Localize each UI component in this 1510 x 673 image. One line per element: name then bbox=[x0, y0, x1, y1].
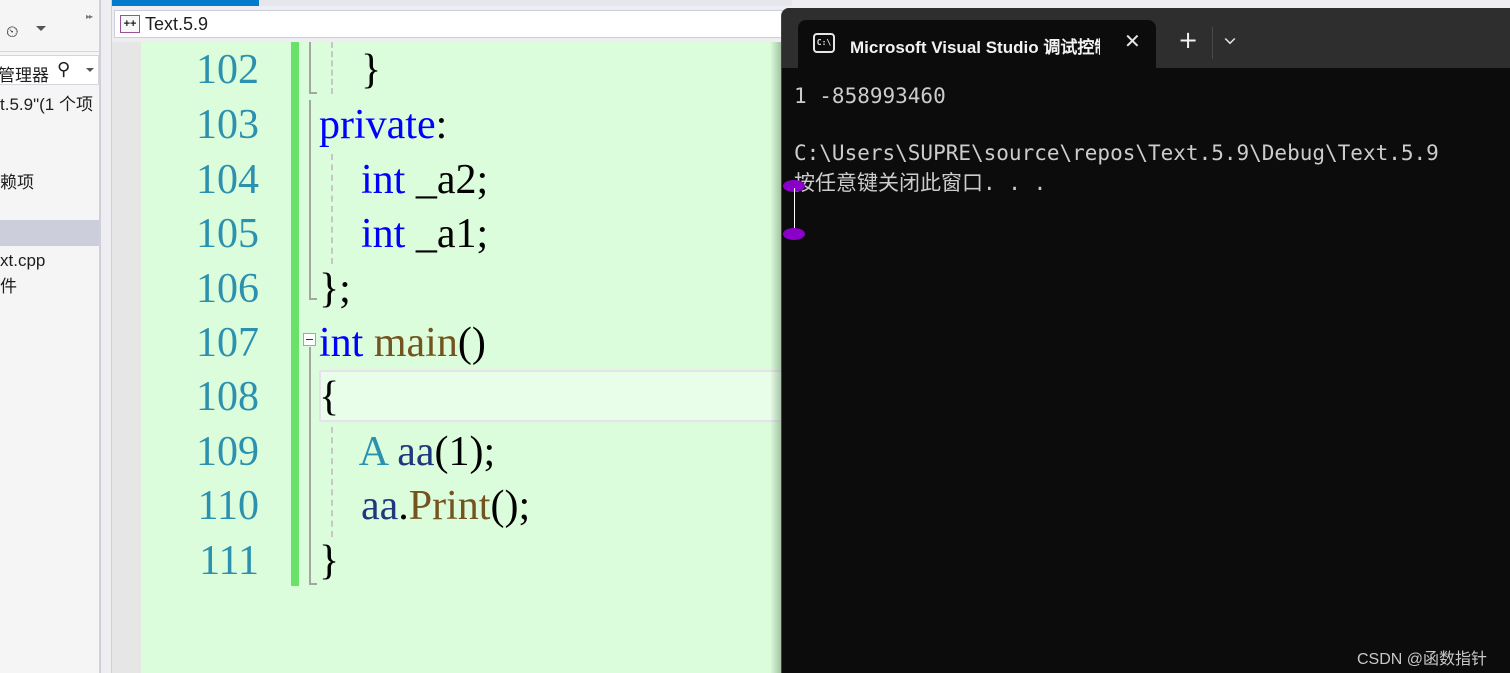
tree-item-source-file[interactable]: xt.cpp bbox=[0, 248, 99, 274]
code-token: } bbox=[319, 538, 340, 584]
code-token: _a1; bbox=[405, 211, 489, 257]
code-token: () bbox=[457, 320, 486, 366]
outline-line bbox=[309, 42, 311, 94]
code-token: A bbox=[358, 429, 387, 475]
code-token: }; bbox=[319, 266, 351, 312]
code-token: int bbox=[361, 211, 406, 257]
code-line[interactable]: { bbox=[319, 370, 339, 424]
line-number: 104 bbox=[196, 157, 259, 203]
code-token: . bbox=[398, 483, 409, 529]
current-line-highlight bbox=[319, 370, 801, 422]
project-icon: ++ bbox=[120, 15, 140, 33]
code-token: { bbox=[319, 374, 340, 420]
close-tab-icon[interactable]: ✕ bbox=[1124, 29, 1141, 53]
tree-item-selected[interactable] bbox=[0, 220, 99, 246]
outline-end bbox=[309, 583, 317, 585]
terminal-window[interactable]: C:\ Microsoft Visual Studio 调试控制台 ✕ + 1 … bbox=[781, 8, 1510, 673]
outline-line bbox=[309, 100, 311, 300]
code-token: (); bbox=[490, 483, 531, 529]
code-token: aa bbox=[361, 483, 399, 529]
tree-item-files[interactable]: 件 bbox=[0, 274, 99, 300]
search-options-chevron-icon[interactable] bbox=[86, 68, 94, 72]
line-number: 103 bbox=[196, 102, 259, 148]
active-editor-tab[interactable] bbox=[112, 0, 259, 6]
divider bbox=[1212, 27, 1213, 59]
code-line[interactable]: } bbox=[319, 534, 339, 588]
watermark: CSDN @函数指针 bbox=[1357, 651, 1488, 668]
code-editor[interactable]: 102 } 103 private: 104 int _a2; 105 int _a1;… bbox=[141, 42, 801, 673]
solution-explorer-toolbar: ⏲ ▸▸ bbox=[0, 0, 99, 52]
splitter[interactable] bbox=[101, 0, 112, 673]
outline-end bbox=[309, 298, 317, 300]
selection-handle-end[interactable] bbox=[783, 228, 805, 240]
tree-item-solution[interactable]: t.5.9"(1 个项 bbox=[0, 92, 99, 118]
search-placeholder: 管理器 bbox=[0, 66, 49, 85]
line-number: 110 bbox=[197, 483, 259, 529]
collapse-toggle[interactable] bbox=[303, 333, 316, 346]
line-number: 111 bbox=[199, 538, 259, 584]
terminal-tab-title: Microsoft Visual Studio 调试控制台 bbox=[850, 38, 1100, 57]
navigation-bar-project[interactable]: ++ Text.5.9 bbox=[114, 10, 794, 38]
code-line[interactable]: } bbox=[319, 43, 381, 97]
tree-item-dependencies[interactable]: 赖项 bbox=[0, 170, 99, 196]
new-tab-plus-icon[interactable]: + bbox=[1178, 28, 1198, 52]
code-token: aa bbox=[397, 429, 435, 475]
terminal-output-line: 1 -858993460 bbox=[794, 84, 946, 108]
line-number: 109 bbox=[196, 429, 259, 475]
search-icon[interactable]: ⚲ bbox=[57, 59, 70, 80]
chevron-down-icon[interactable] bbox=[36, 26, 46, 31]
project-dropdown[interactable]: Text.5.9 bbox=[145, 14, 208, 35]
code-line[interactable]: aa.Print(); bbox=[319, 479, 530, 533]
line-number: 107 bbox=[196, 320, 259, 366]
overflow-icon[interactable]: ▸▸ bbox=[86, 12, 93, 21]
code-token: _a2; bbox=[405, 157, 489, 203]
terminal-tab[interactable]: C:\ Microsoft Visual Studio 调试控制台 ✕ bbox=[798, 20, 1156, 68]
code-line[interactable]: int _a2; bbox=[319, 153, 488, 207]
solution-explorer-search[interactable]: 管理器 ⚲ bbox=[0, 55, 99, 85]
code-token: int bbox=[319, 320, 364, 366]
solution-explorer: ⏲ ▸▸ 管理器 ⚲ t.5.9"(1 个项 赖项 xt.cpp 件 bbox=[0, 0, 101, 673]
outline-line bbox=[309, 347, 311, 585]
line-number: 108 bbox=[196, 374, 259, 420]
outline-end bbox=[309, 92, 317, 94]
code-token: Print bbox=[408, 483, 491, 529]
code-line[interactable]: int main() bbox=[319, 316, 486, 370]
code-line[interactable]: }; bbox=[319, 262, 351, 316]
text-cursor bbox=[794, 188, 795, 232]
code-line[interactable]: A aa(1); bbox=[319, 425, 495, 479]
change-tracking-bar bbox=[291, 42, 299, 586]
code-line[interactable]: int _a1; bbox=[319, 207, 488, 261]
profile-dropdown-chevron-icon[interactable] bbox=[1224, 33, 1236, 45]
line-number: 106 bbox=[196, 266, 259, 312]
code-token: private bbox=[319, 102, 436, 148]
line-number: 105 bbox=[196, 211, 259, 257]
code-token: : bbox=[435, 102, 448, 148]
pending-changes-filter-icon[interactable]: ⏲ bbox=[6, 22, 18, 42]
editor-glyph-margin bbox=[112, 42, 141, 673]
terminal-output-line: C:\Users\SUPRE\source\repos\Text.5.9\Deb… bbox=[794, 141, 1439, 165]
command-prompt-icon: C:\ bbox=[813, 33, 835, 53]
code-token: (1); bbox=[434, 429, 496, 475]
tree-item[interactable] bbox=[0, 196, 99, 222]
terminal-titlebar[interactable]: C:\ Microsoft Visual Studio 调试控制台 ✕ + bbox=[782, 8, 1510, 68]
terminal-output-line: 按任意键关闭此窗口. . . bbox=[794, 171, 1047, 195]
line-number: 102 bbox=[196, 47, 259, 93]
code-token: main bbox=[373, 320, 458, 366]
code-token: } bbox=[319, 47, 382, 93]
code-line[interactable]: private: bbox=[319, 98, 447, 152]
code-token: int bbox=[361, 157, 406, 203]
